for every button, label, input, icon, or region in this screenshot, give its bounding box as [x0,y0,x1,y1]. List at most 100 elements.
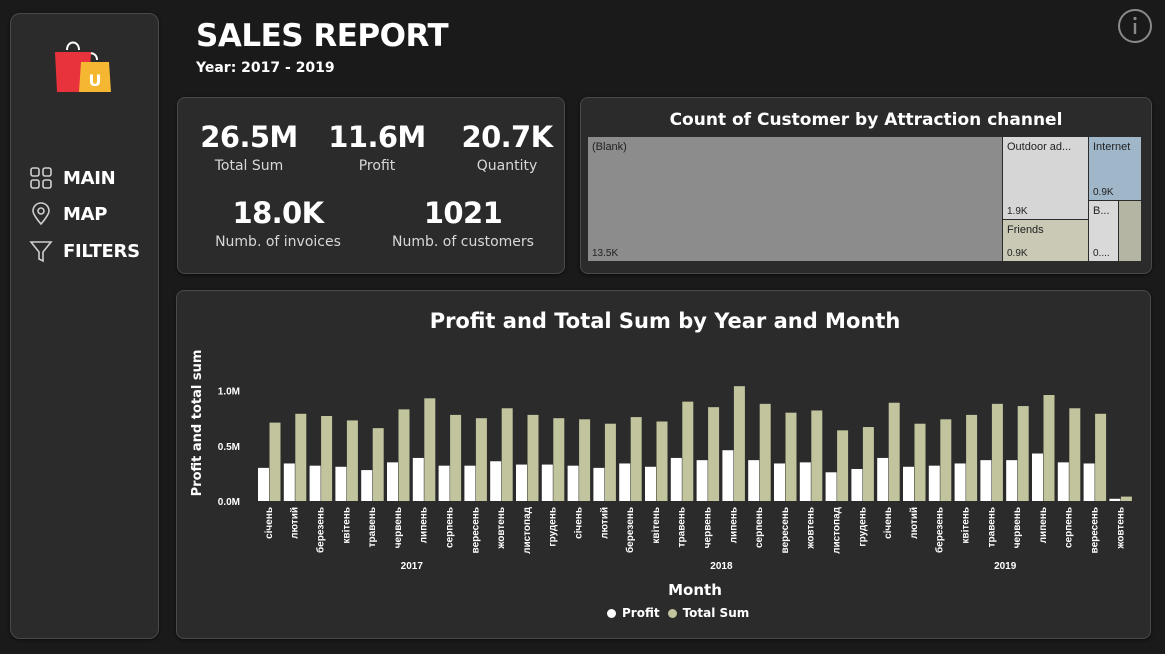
x-tick-label: грудень [548,507,559,547]
bar-total-sum[interactable] [656,421,668,501]
bar-total-sum[interactable] [862,427,874,501]
bar-profit[interactable] [1032,453,1043,501]
bar-profit[interactable] [567,465,579,501]
bar-total-sum[interactable] [888,402,900,501]
bar-total-sum[interactable] [1120,496,1132,501]
bar-profit[interactable] [490,461,502,501]
bar-total-sum[interactable] [733,386,745,501]
tile-label: Outdoor ad... [1007,141,1072,153]
bar-profit[interactable] [670,457,682,501]
bar-total-sum[interactable] [630,417,642,501]
bar-profit[interactable] [877,457,889,501]
page-title: SALES REPORT [196,18,449,54]
bar-profit[interactable] [851,468,863,501]
nav-map[interactable]: MAP [29,202,107,226]
bar-profit[interactable] [283,463,295,501]
bar-total-sum[interactable] [450,414,462,501]
bar-profit[interactable] [387,462,398,501]
bar-total-sum[interactable] [475,418,487,501]
bar-profit[interactable] [954,463,966,501]
bar-profit[interactable] [593,467,605,501]
bar-total-sum[interactable] [966,414,978,501]
bar-profit[interactable] [335,466,347,501]
treemap-tile-friends[interactable]: Friends 0.9K [1002,219,1089,262]
bar-profit[interactable] [799,462,811,501]
bar-profit[interactable] [1006,460,1018,501]
bar-total-sum[interactable] [424,398,436,501]
treemap-tile-outdoor[interactable]: Outdoor ad... 1.9K [1002,136,1089,220]
bar-total-sum[interactable] [321,415,333,501]
bar-profit[interactable] [309,465,321,501]
x-tick-label: березень [315,507,327,553]
bar-total-sum[interactable] [346,420,358,501]
x-tick-label: червень [393,507,404,548]
bar-profit[interactable] [903,466,914,501]
bar-profit[interactable] [619,463,631,501]
bar-profit[interactable] [258,467,269,501]
chart-legend: Profit Total Sum [607,606,749,620]
bar-profit[interactable] [774,463,785,501]
x-tick-label: жовтень [496,507,507,550]
bar-total-sum[interactable] [295,413,307,501]
x-tick-label: березень [624,507,636,553]
bar-total-sum[interactable] [501,408,513,501]
bar-total-sum[interactable] [553,418,565,501]
bar-total-sum[interactable] [682,401,694,501]
nav-main[interactable]: MAIN [29,166,116,190]
bar-profit[interactable] [412,457,424,501]
bar-total-sum[interactable] [604,423,616,501]
bar-profit[interactable] [438,465,450,501]
bar-total-sum[interactable] [940,419,952,501]
x-tick-label: липень [419,507,430,543]
bar-profit[interactable] [722,450,734,501]
bar-profit[interactable] [464,465,476,501]
treemap-tile-other[interactable] [1118,200,1142,262]
tile-value: 13.5K [592,248,619,259]
legend-total-sum: Total Sum [682,606,750,620]
x-tick-label: вересень [1090,507,1101,553]
info-icon[interactable] [1117,8,1153,44]
bar-total-sum[interactable] [785,412,797,501]
bar-profit[interactable] [825,472,837,501]
nav-main-label: MAIN [63,167,116,189]
bar-profit[interactable] [928,465,940,501]
bar-total-sum[interactable] [1069,408,1081,501]
bar-total-sum[interactable] [991,403,1003,501]
kpi-total-sum-label: Total Sum [214,158,284,174]
map-pin-icon [32,202,50,226]
bar-profit[interactable] [748,460,760,501]
bar-total-sum[interactable] [811,410,823,501]
treemap-tile-internet[interactable]: Internet 0.9K [1088,136,1142,201]
bar-total-sum[interactable] [1095,413,1107,501]
nav-filters[interactable]: FILTERS [29,239,140,263]
y-tick-label: 0.5M [218,442,240,453]
bar-total-sum[interactable] [579,419,591,501]
bar-profit[interactable] [541,464,553,501]
tile-value: 0.... [1093,248,1110,259]
bar-total-sum[interactable] [269,422,281,501]
bar-profit[interactable] [1057,462,1069,501]
bar-total-sum[interactable] [1043,395,1055,501]
treemap-tile-b[interactable]: B... 0.... [1088,200,1119,262]
bar-total-sum[interactable] [398,409,410,501]
bar-total-sum[interactable] [837,430,849,501]
bar-profit[interactable] [696,460,708,501]
bar-total-sum[interactable] [527,414,539,501]
bar-total-sum[interactable] [708,407,720,501]
bar-profit[interactable] [1083,463,1095,501]
y-axis-label: Profit and total sum [190,350,205,497]
bar-total-sum[interactable] [759,403,771,501]
bar-total-sum[interactable] [1017,406,1029,501]
bar-profit[interactable] [980,460,992,501]
x-tick-label: червень [703,507,714,548]
treemap-tile-blank[interactable]: (Blank) 13.5K [587,136,1003,262]
bar-profit[interactable] [645,466,656,501]
svg-text:U: U [89,71,102,90]
bar-total-sum[interactable] [914,423,926,501]
x-tick-label: січень [574,507,585,539]
x-tick-label: квітень [341,507,352,544]
bar-total-sum[interactable] [372,428,384,501]
bar-profit[interactable] [516,464,527,501]
bar-profit[interactable] [361,470,373,501]
bar-profit[interactable] [1109,498,1121,501]
